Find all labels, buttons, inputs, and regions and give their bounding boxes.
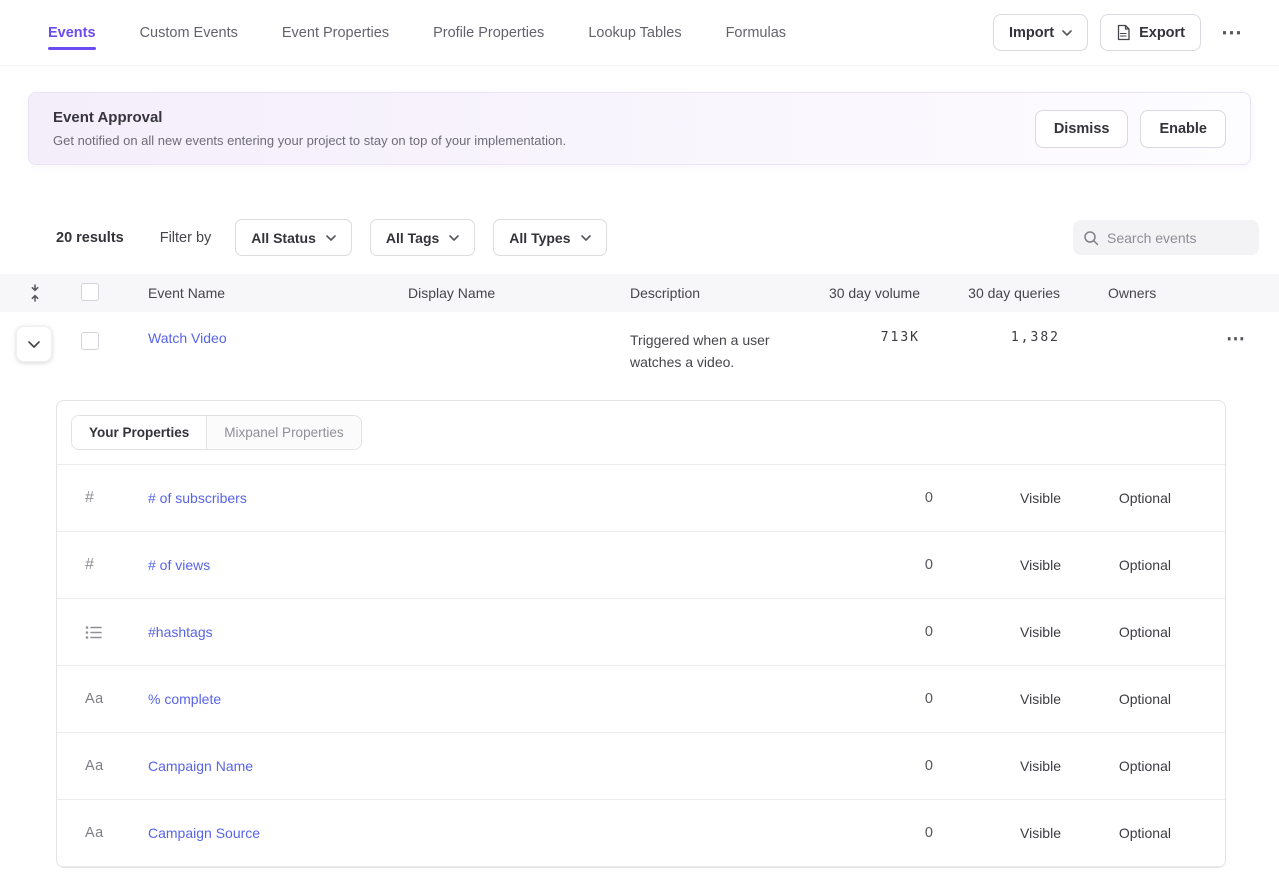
property-requirement: Optional xyxy=(1061,758,1171,774)
select-all-checkbox[interactable] xyxy=(81,283,99,301)
property-requirement: Optional xyxy=(1061,825,1171,841)
event-30-day-queries: 1,382 xyxy=(920,330,1060,345)
tab-formulas[interactable]: Formulas xyxy=(726,25,786,41)
search-input[interactable] xyxy=(1107,230,1249,246)
dismiss-button[interactable]: Dismiss xyxy=(1035,110,1129,148)
property-row: # # of views 0 Visible Optional xyxy=(57,532,1225,599)
event-30-day-volume: 713K xyxy=(790,330,920,345)
event-name-link[interactable]: Watch Video xyxy=(148,330,227,346)
import-button[interactable]: Import xyxy=(993,14,1088,51)
property-visibility: Visible xyxy=(933,624,1061,640)
results-count: 20 results xyxy=(28,230,124,246)
tab-your-properties[interactable]: Your Properties xyxy=(72,416,206,449)
tab-profile-properties[interactable]: Profile Properties xyxy=(433,25,544,41)
property-requirement: Optional xyxy=(1061,490,1171,506)
property-name-link[interactable]: Campaign Source xyxy=(127,825,260,841)
property-requirement: Optional xyxy=(1061,624,1171,640)
property-row: #hashtags 0 Visible Optional xyxy=(57,599,1225,666)
tab-custom-events[interactable]: Custom Events xyxy=(140,25,238,41)
banner-subtitle: Get notified on all new events entering … xyxy=(53,133,566,148)
event-properties-panel: Your Properties Mixpanel Properties # # … xyxy=(56,400,1226,868)
number-icon: # xyxy=(57,556,127,574)
status-filter-dropdown[interactable]: All Status xyxy=(235,219,352,256)
nav-actions: Import Export ⋯ xyxy=(993,14,1251,51)
banner-text: Event Approval Get notified on all new e… xyxy=(53,109,566,148)
property-value: 0 xyxy=(861,758,933,774)
column-display-name: Display Name xyxy=(372,285,596,301)
property-value: 0 xyxy=(861,490,933,506)
event-approval-banner: Event Approval Get notified on all new e… xyxy=(28,92,1251,165)
property-value: 0 xyxy=(861,825,933,841)
property-row: # # of subscribers 0 Visible Optional xyxy=(57,465,1225,532)
tags-filter-label: All Tags xyxy=(386,230,439,246)
property-name-link[interactable]: # of views xyxy=(127,557,210,573)
property-requirement: Optional xyxy=(1061,557,1171,573)
event-table-row: Watch Video Triggered when a user watche… xyxy=(0,312,1279,386)
chevron-down-icon xyxy=(581,235,591,241)
export-csv-icon xyxy=(1116,24,1131,41)
property-row: Aa Campaign Source 0 Visible Optional xyxy=(57,800,1225,867)
property-visibility: Visible xyxy=(933,691,1061,707)
search-icon xyxy=(1083,230,1099,246)
nav-more-options-icon[interactable]: ⋯ xyxy=(1213,22,1251,43)
text-icon: Aa xyxy=(57,691,127,707)
property-visibility: Visible xyxy=(933,557,1061,573)
property-value: 0 xyxy=(861,557,933,573)
tab-events[interactable]: Events xyxy=(48,25,96,41)
property-name-link[interactable]: % complete xyxy=(127,691,221,707)
chevron-down-icon xyxy=(449,235,459,241)
banner-actions: Dismiss Enable xyxy=(1035,110,1226,148)
property-name-link[interactable]: Campaign Name xyxy=(127,758,253,774)
column-30-day-queries: 30 day queries xyxy=(920,285,1060,301)
types-filter-dropdown[interactable]: All Types xyxy=(493,219,606,256)
export-button[interactable]: Export xyxy=(1100,14,1201,51)
nav-tabs: Events Custom Events Event Properties Pr… xyxy=(28,25,786,41)
column-30-day-volume: 30 day volume xyxy=(790,285,920,301)
filter-toolbar: 20 results Filter by All Status All Tags… xyxy=(0,219,1279,256)
column-owners: Owners xyxy=(1060,285,1190,301)
property-row: Aa Campaign Name 0 Visible Optional xyxy=(57,733,1225,800)
events-table-header: Event Name Display Name Description 30 d… xyxy=(0,274,1279,312)
chevron-down-icon xyxy=(1062,30,1072,36)
tab-event-properties[interactable]: Event Properties xyxy=(282,25,389,41)
row-expander-button[interactable] xyxy=(16,326,52,362)
property-value: 0 xyxy=(861,624,933,640)
property-name-link[interactable]: #hashtags xyxy=(127,624,213,640)
tab-lookup-tables[interactable]: Lookup Tables xyxy=(588,25,681,41)
property-visibility: Visible xyxy=(933,758,1061,774)
property-row: Aa % complete 0 Visible Optional xyxy=(57,666,1225,733)
tags-filter-dropdown[interactable]: All Tags xyxy=(370,219,475,256)
status-filter-label: All Status xyxy=(251,230,316,246)
property-requirement: Optional xyxy=(1061,691,1171,707)
property-name-link[interactable]: # of subscribers xyxy=(127,490,247,506)
property-visibility: Visible xyxy=(933,825,1061,841)
types-filter-label: All Types xyxy=(509,230,570,246)
chevron-down-icon xyxy=(326,235,336,241)
text-icon: Aa xyxy=(57,825,127,841)
number-icon: # xyxy=(57,489,127,507)
event-description: Triggered when a user watches a video. xyxy=(596,330,790,373)
row-checkbox[interactable] xyxy=(81,332,99,350)
filter-by-label: Filter by xyxy=(160,230,212,246)
import-button-label: Import xyxy=(1009,25,1054,41)
column-description: Description xyxy=(596,285,790,301)
top-navigation: Events Custom Events Event Properties Pr… xyxy=(0,0,1279,66)
property-value: 0 xyxy=(861,691,933,707)
list-icon xyxy=(57,625,127,640)
export-button-label: Export xyxy=(1139,25,1185,41)
chevron-down-icon xyxy=(28,341,40,348)
search-box xyxy=(1073,220,1259,255)
properties-tabs: Your Properties Mixpanel Properties xyxy=(57,401,1225,465)
row-more-options-icon[interactable]: ⋯ xyxy=(1218,329,1254,350)
enable-button[interactable]: Enable xyxy=(1140,110,1226,148)
banner-title: Event Approval xyxy=(53,109,566,126)
text-icon: Aa xyxy=(57,758,127,774)
tab-mixpanel-properties[interactable]: Mixpanel Properties xyxy=(206,416,360,449)
property-visibility: Visible xyxy=(933,490,1061,506)
collapse-all-icon[interactable] xyxy=(0,284,56,302)
column-event-name: Event Name xyxy=(112,285,372,301)
